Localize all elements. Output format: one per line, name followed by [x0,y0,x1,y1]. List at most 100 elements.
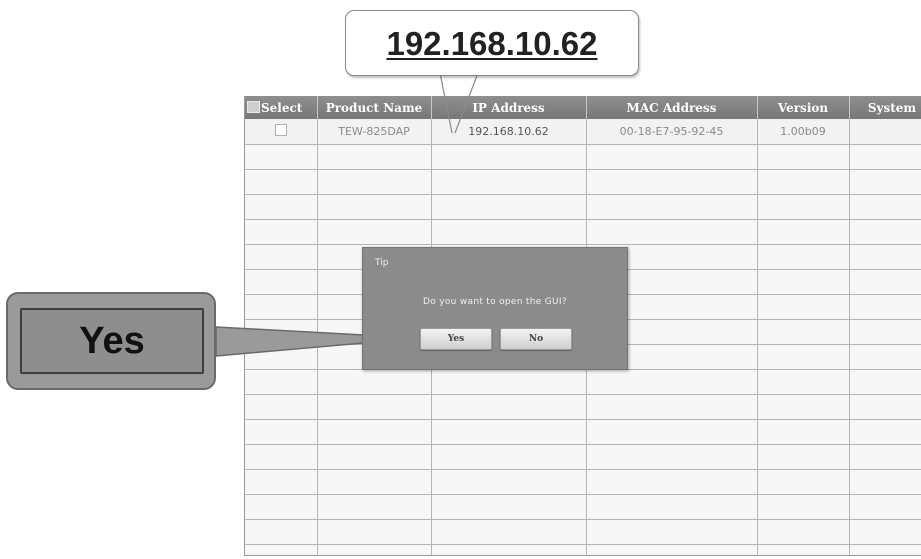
empty-cell [317,144,432,170]
empty-cell [849,344,921,370]
empty-cell [849,194,921,220]
empty-cell [317,519,432,545]
empty-table-row [245,444,921,470]
empty-cell [586,494,758,520]
empty-cell [586,219,758,245]
empty-cell [245,219,318,245]
mac-address-cell: 00-18-E7-95-92-45 [586,119,758,145]
empty-cell [849,444,921,470]
no-button[interactable]: No [500,328,572,350]
empty-cell [245,369,318,395]
empty-cell [849,269,921,295]
empty-table-row [245,519,921,545]
empty-cell [849,419,921,445]
empty-cell [586,194,758,220]
empty-table-row [245,144,921,170]
empty-cell [757,519,850,545]
empty-cell [317,169,432,195]
empty-cell [757,444,850,470]
empty-cell [757,369,850,395]
empty-cell [431,444,587,470]
empty-table-row [245,219,921,245]
system-cell: T [849,119,921,145]
empty-table-row [245,469,921,495]
empty-cell [586,144,758,170]
empty-cell [245,444,318,470]
yes-callout-text: Yes [79,320,145,362]
empty-cell [757,169,850,195]
empty-cell [317,444,432,470]
table-row[interactable]: TEW-825DAP 192.168.10.62 00-18-E7-95-92-… [245,119,921,145]
row-checkbox-icon[interactable] [274,124,287,136]
empty-cell [757,544,850,555]
yes-callout: Yes [6,292,216,390]
empty-table-row [245,369,921,395]
empty-cell [757,344,850,370]
empty-cell [245,494,318,520]
empty-cell [586,369,758,395]
empty-cell [245,319,318,345]
empty-table-row [245,494,921,520]
open-gui-dialog: Tip Do you want to open the GUI? Yes No [362,247,628,370]
empty-cell [431,544,587,555]
row-select-cell[interactable] [245,119,318,145]
column-header-mac-address[interactable]: MAC Address [586,96,758,119]
empty-cell [757,219,850,245]
empty-cell [849,294,921,320]
yes-callout-box: Yes [20,308,204,374]
empty-cell [431,169,587,195]
empty-cell [586,444,758,470]
empty-cell [245,394,318,420]
empty-cell [586,519,758,545]
empty-table-row [245,169,921,195]
empty-cell [245,269,318,295]
empty-cell [757,244,850,270]
empty-cell [245,344,318,370]
empty-cell [757,419,850,445]
column-header-product-name[interactable]: Product Name [317,96,432,119]
empty-cell [431,194,587,220]
empty-cell [245,144,318,170]
empty-cell [431,469,587,495]
empty-cell [245,419,318,445]
empty-table-row [245,419,921,445]
ip-address-cell: 192.168.10.62 [431,119,587,145]
dialog-message: Do you want to open the GUI? [423,297,567,307]
empty-cell [245,469,318,495]
product-name-cell: TEW-825DAP [317,119,432,145]
empty-cell [317,219,432,245]
empty-cell [431,144,587,170]
empty-cell [245,519,318,545]
empty-cell [757,394,850,420]
empty-cell [431,369,587,395]
empty-table-row [245,544,921,555]
column-header-system[interactable]: System [849,96,921,119]
empty-cell [757,319,850,345]
column-header-ip-address[interactable]: IP Address [431,96,587,119]
empty-cell [849,469,921,495]
column-header-version[interactable]: Version [757,96,850,119]
empty-cell [849,394,921,420]
yes-button[interactable]: Yes [420,328,492,350]
empty-cell [317,494,432,520]
empty-cell [849,494,921,520]
column-header-select[interactable]: Select [245,96,318,119]
dialog-title: Tip [375,258,389,268]
table-header-row: Select Product Name IP Address MAC Addre… [245,96,921,119]
empty-cell [849,519,921,545]
select-all-checkbox-icon[interactable] [247,100,260,113]
empty-cell [431,419,587,445]
empty-cell [431,519,587,545]
empty-cell [586,419,758,445]
empty-cell [849,169,921,195]
empty-cell [586,469,758,495]
empty-cell [431,219,587,245]
empty-cell [317,419,432,445]
empty-cell [245,169,318,195]
empty-cell [317,194,432,220]
empty-cell [317,369,432,395]
empty-cell [849,319,921,345]
empty-cell [757,294,850,320]
empty-cell [757,469,850,495]
empty-cell [317,394,432,420]
